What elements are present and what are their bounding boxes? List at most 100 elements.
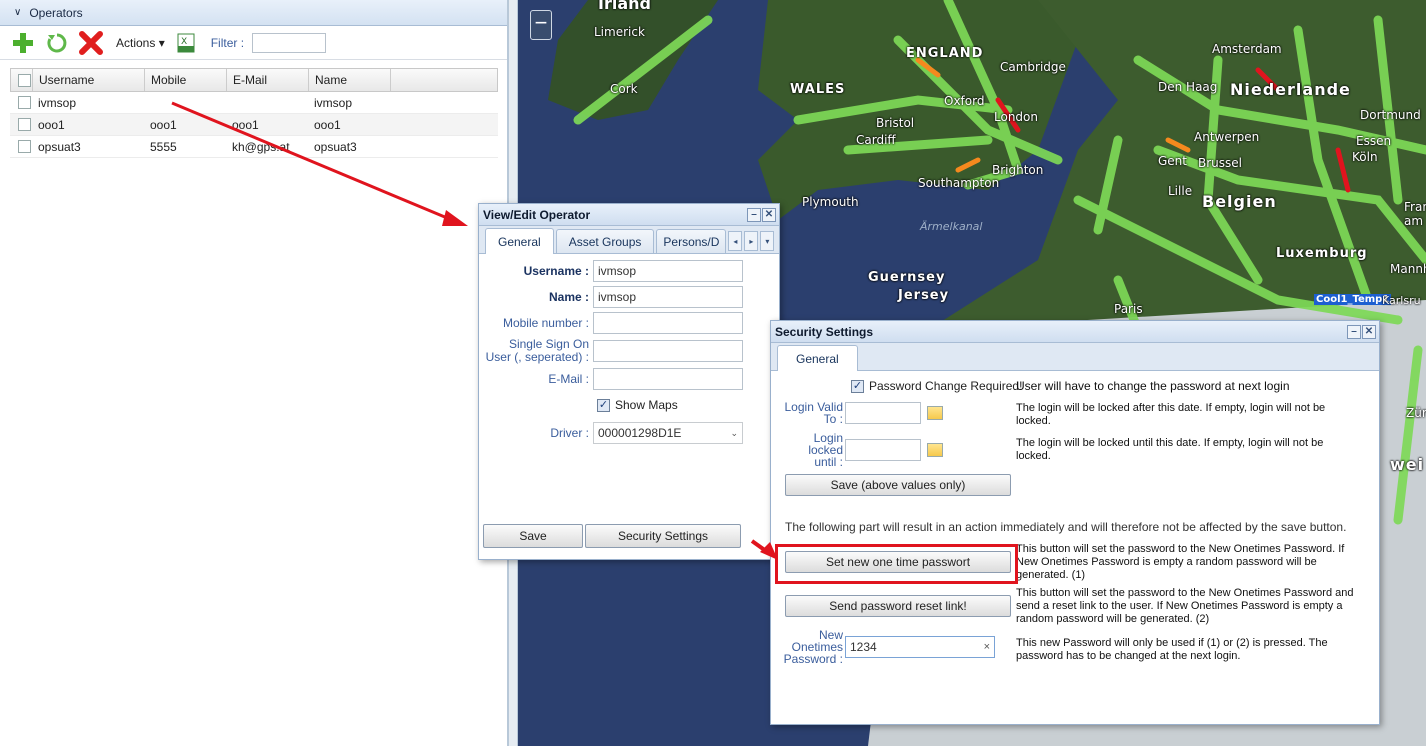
zoom-out-button[interactable]: − <box>530 10 552 40</box>
new-otp-field[interactable]: 1234 × <box>845 636 995 658</box>
login-locked-row: Login locked until : <box>771 432 943 468</box>
row-checkbox-cell[interactable] <box>10 118 32 131</box>
actions-menu-button[interactable]: Actions ▾ <box>116 36 165 50</box>
tab-scroll-left-icon[interactable]: ◂ <box>728 231 743 251</box>
tab-general[interactable]: General <box>777 345 858 371</box>
table-row[interactable]: ooo1 ooo1 ooo1 ooo1 <box>10 114 498 136</box>
tab-scroll-right-icon[interactable]: ▸ <box>744 231 759 251</box>
save-button[interactable]: Save <box>483 524 583 548</box>
send-password-reset-button[interactable]: Send password reset link! <box>785 595 1011 617</box>
edit-window-footer: Save Security Settings <box>483 524 741 548</box>
tab-asset-groups[interactable]: Asset Groups <box>555 229 655 253</box>
minimize-icon[interactable]: – <box>1347 324 1361 339</box>
new-otp-description-line-1: This new Password will only be used if (… <box>1016 637 1328 649</box>
column-header-username[interactable]: Username <box>33 69 145 91</box>
tab-menu-icon[interactable]: ▾ <box>760 231 775 251</box>
tab-general[interactable]: General <box>485 228 554 254</box>
edit-window-titlebar[interactable]: View/Edit Operator – ✕ <box>479 204 779 226</box>
cell-name: opsuat3 <box>314 139 357 154</box>
immediate-action-notice: The following part will result in an act… <box>785 520 1347 534</box>
map-label-zur: Zür <box>1406 406 1426 420</box>
name-field[interactable] <box>593 286 743 308</box>
calendar-icon[interactable] <box>927 443 943 457</box>
column-header-mobile[interactable]: Mobile <box>145 69 227 91</box>
name-label: Name : <box>548 290 589 304</box>
mobile-field[interactable] <box>593 312 743 334</box>
username-field[interactable] <box>593 260 743 282</box>
excel-export-icon[interactable]: X <box>173 30 199 56</box>
select-all-checkbox-cell[interactable] <box>11 69 33 91</box>
cell-username: ivmsop <box>38 95 77 110</box>
select-all-checkbox[interactable] <box>18 73 31 87</box>
security-window-title: Security Settings <box>775 324 874 339</box>
security-window-titlebar[interactable]: Security Settings – ✕ <box>771 321 1379 343</box>
operators-grid: Username Mobile E-Mail Name ivmsop ivmso… <box>10 68 498 158</box>
map-label-cork: Cork <box>610 82 638 96</box>
clear-icon[interactable]: × <box>984 641 990 653</box>
security-window-tabs: General <box>771 343 1379 371</box>
login-locked-label: Login locked until : <box>771 432 843 468</box>
filter-input[interactable] <box>252 32 327 53</box>
calendar-icon[interactable] <box>927 406 943 420</box>
chevron-down-icon: ⌄ <box>730 427 738 438</box>
map-label-koln: Köln <box>1352 150 1378 164</box>
password-change-checkbox[interactable]: ✓ <box>851 379 864 393</box>
send-reset-description: This button will set the password to the… <box>1016 587 1354 626</box>
filter-label: Filter : <box>210 35 245 50</box>
email-field[interactable] <box>593 368 743 390</box>
map-label-luxemburg: Luxemburg <box>1276 246 1368 261</box>
delete-icon[interactable] <box>78 30 104 56</box>
grid-body: ivmsop ivmsop ooo1 ooo1 ooo1 ooo1 opsuat… <box>10 92 498 158</box>
cell-username: ooo1 <box>38 117 65 132</box>
close-icon[interactable]: ✕ <box>1362 324 1376 339</box>
row-checkbox[interactable] <box>17 140 31 153</box>
column-header-email[interactable]: E-Mail <box>227 69 309 91</box>
close-icon[interactable]: ✕ <box>762 207 776 222</box>
table-row[interactable]: opsuat3 5555 kh@gps.at opsuat3 <box>10 136 498 158</box>
security-settings-button[interactable]: Security Settings <box>585 524 741 548</box>
login-valid-to-field[interactable] <box>845 402 921 424</box>
cell-mobile: 5555 <box>150 139 177 154</box>
chevron-down-icon[interactable]: ∨ <box>14 7 21 18</box>
column-menu-button[interactable] <box>481 72 497 88</box>
map-label-cambridge: Cambridge <box>1000 60 1066 74</box>
map-label-guernsey: Guernsey <box>868 270 946 285</box>
new-otp-row: New Onetimes Password : 1234 × <box>771 629 995 665</box>
row-checkbox[interactable] <box>17 96 31 109</box>
map-label-plymouth: Plymouth <box>802 195 859 209</box>
sso-label: Single Sign On User (, seperated) : <box>479 338 589 364</box>
security-window-controls: – ✕ <box>1347 324 1376 339</box>
login-locked-description-line-2: locked. <box>1016 450 1051 462</box>
table-row[interactable]: ivmsop ivmsop <box>10 92 498 114</box>
driver-select[interactable]: 000001298D1E ⌄ <box>593 422 743 444</box>
email-label: E-Mail : <box>548 372 589 386</box>
show-maps-checkbox[interactable]: ✓ <box>597 398 610 412</box>
sso-field[interactable] <box>593 340 743 362</box>
tab-persons[interactable]: Persons/D <box>656 229 727 253</box>
plus-icon[interactable] <box>10 30 36 56</box>
row-checkbox-cell[interactable] <box>10 96 32 109</box>
login-valid-row: Login Valid To : <box>771 401 943 425</box>
grid-header-row: Username Mobile E-Mail Name <box>10 68 498 92</box>
minimize-icon[interactable]: – <box>747 207 761 222</box>
login-locked-until-field[interactable] <box>845 439 921 461</box>
login-valid-label: Login Valid To : <box>771 401 844 425</box>
send-reset-description-line-2: send a reset link to the user. If New On… <box>1016 600 1343 612</box>
login-locked-description-line-1: The login will be locked until this date… <box>1016 437 1324 449</box>
map-label-irland: Irland <box>598 0 651 13</box>
send-reset-description-line-3: random password will be generated. (2) <box>1016 613 1210 625</box>
password-change-description: User will have to change the password at… <box>1016 379 1290 393</box>
svg-text:X: X <box>181 37 187 47</box>
map-marker-label[interactable]: Cool1_Temp1 <box>1314 294 1392 305</box>
refresh-icon[interactable] <box>44 30 70 56</box>
row-checkbox-cell[interactable] <box>10 140 32 153</box>
mobile-label: Mobile number : <box>502 316 589 330</box>
save-above-values-button[interactable]: Save (above values only) <box>785 474 1011 496</box>
map-label-dortmund: Dortmund <box>1360 108 1421 122</box>
login-valid-description-line-1: The login will be locked after this date… <box>1016 402 1326 414</box>
mobile-row: Mobile number : <box>479 312 743 334</box>
map-label-belgien: Belgien <box>1202 192 1277 211</box>
row-checkbox[interactable] <box>17 118 31 131</box>
column-header-name[interactable]: Name <box>309 69 391 91</box>
operators-panel-header[interactable]: ∨ Operators <box>0 0 507 26</box>
